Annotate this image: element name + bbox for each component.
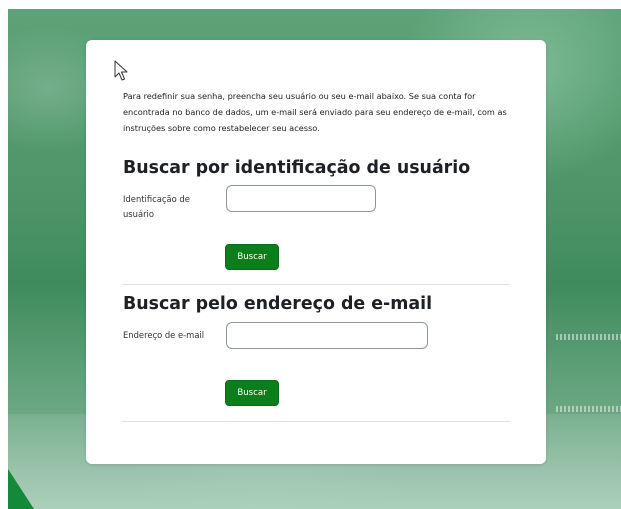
email-input[interactable] <box>226 322 428 349</box>
screen: Para redefinir sua senha, preencha seu u… <box>0 0 621 509</box>
background-text-strip <box>556 334 621 340</box>
section-divider <box>122 421 510 422</box>
section-divider <box>122 284 510 285</box>
background-text-strip <box>556 406 621 412</box>
instructions-text: Para redefinir sua senha, preencha seu u… <box>123 91 507 133</box>
mouse-pointer-icon <box>114 60 128 81</box>
background-green-wedge <box>8 469 34 509</box>
search-email-button[interactable]: Buscar <box>225 380 279 406</box>
search-username-button[interactable]: Buscar <box>225 244 279 270</box>
email-field-label: Endereço de e-mail <box>123 330 205 340</box>
username-section-heading: Buscar por identificação de usuário <box>123 158 471 178</box>
username-input[interactable] <box>226 185 376 212</box>
username-field-label: Identificação de usuário <box>123 194 190 219</box>
email-section-heading: Buscar pelo endereço de e-mail <box>123 294 433 314</box>
